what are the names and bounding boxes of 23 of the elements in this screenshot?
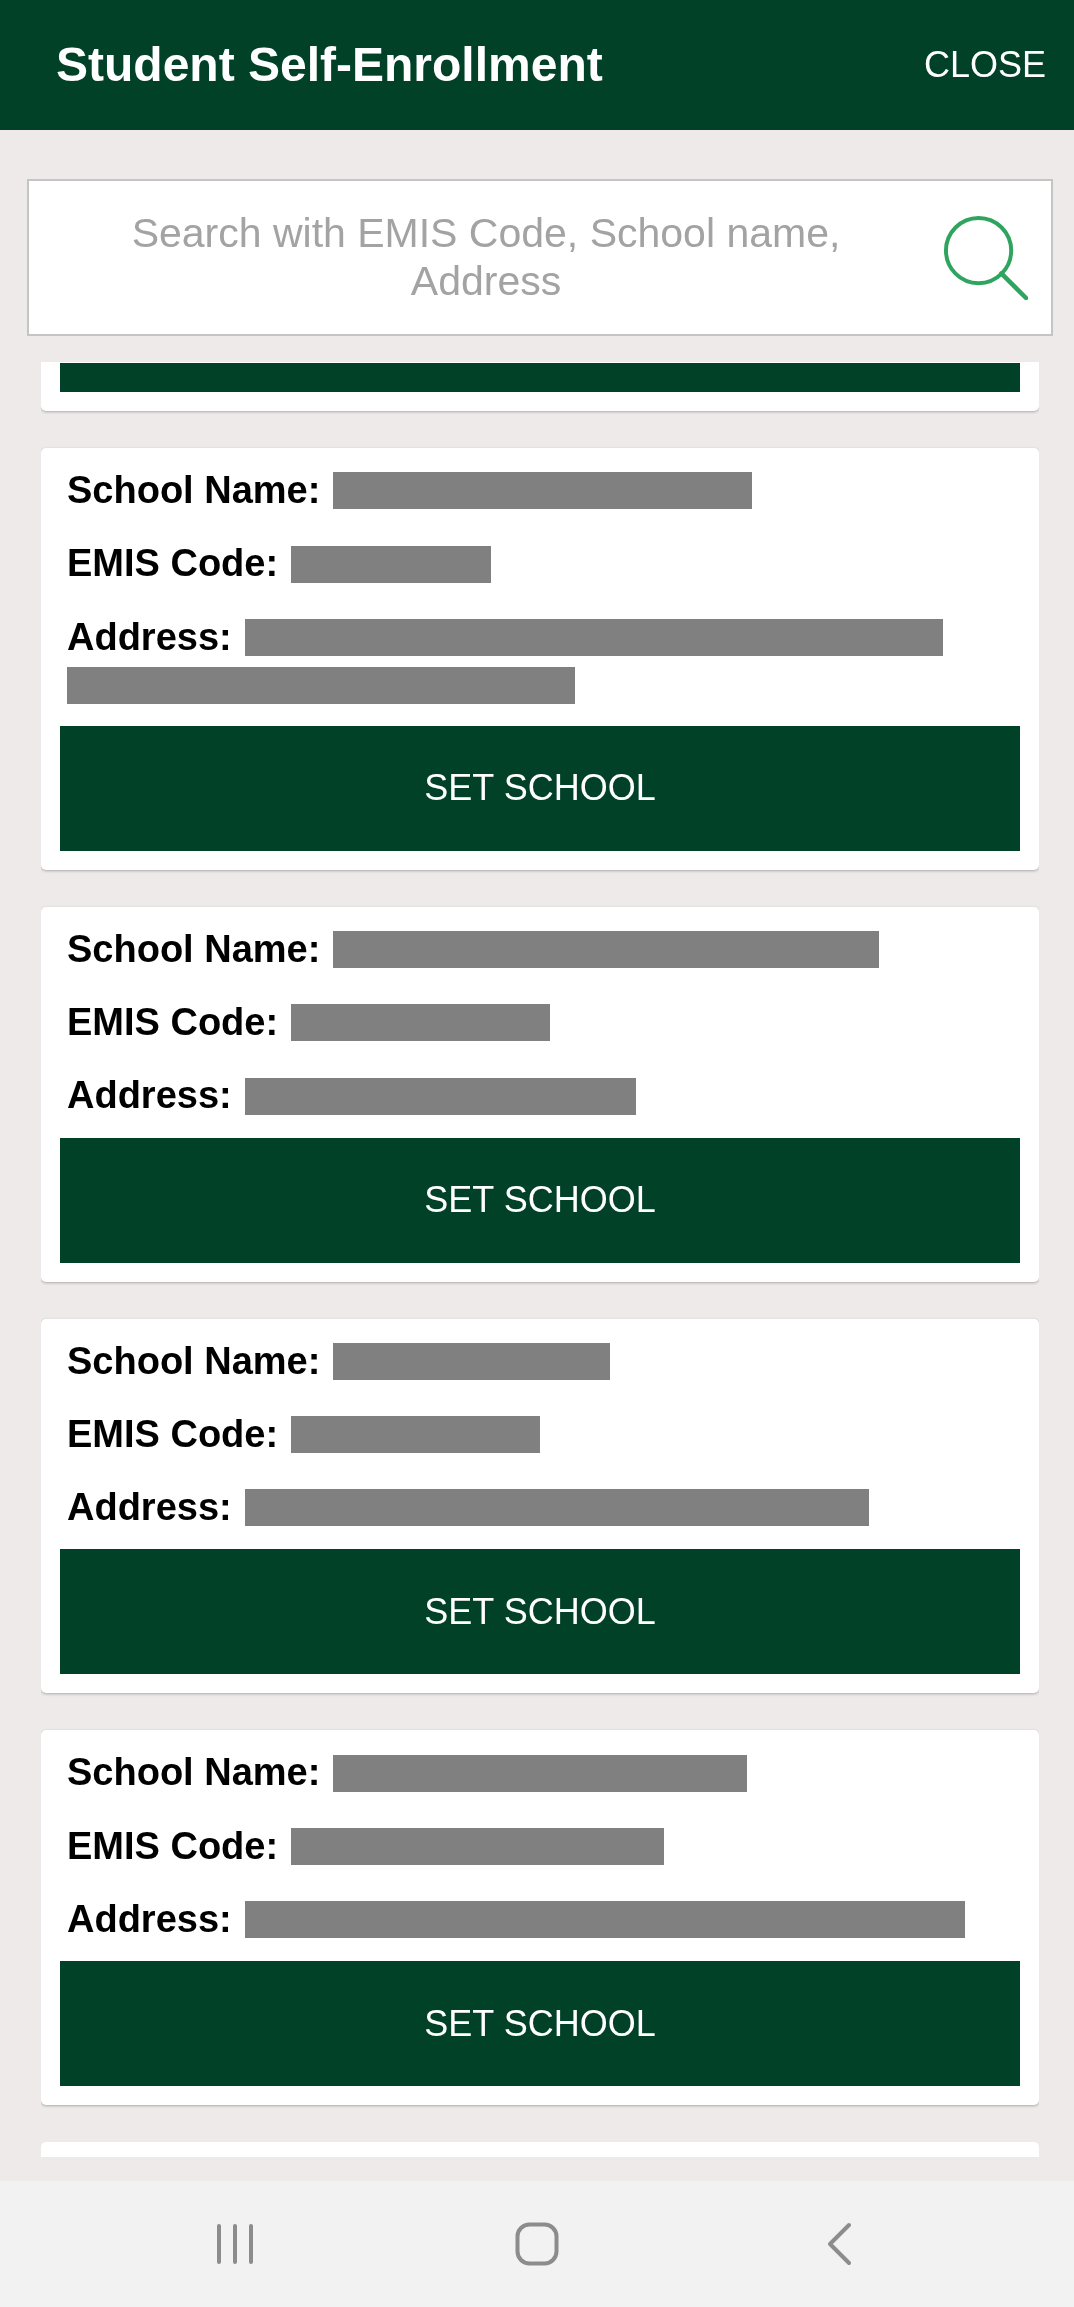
field-label: Address: <box>67 1486 232 1529</box>
field-label: Address: <box>67 1074 232 1117</box>
set-school-button[interactable]: SET SCHOOL <box>60 1137 1020 1263</box>
search-field[interactable]: Search with EMIS Code, School name, Address <box>27 179 1053 336</box>
app-title: Student Self-Enrollment <box>56 37 603 93</box>
field-label: Address: <box>67 1898 232 1941</box>
search-icon[interactable] <box>943 215 1028 300</box>
recent-apps-icon[interactable] <box>216 2223 254 2265</box>
set-school-button[interactable]: SET SCHOOL <box>60 725 1020 851</box>
close-button[interactable]: CLOSE <box>923 38 1046 92</box>
field-label: School Name: <box>67 1751 321 1794</box>
field-label: EMIS Code: <box>67 1001 279 1044</box>
field-label: EMIS Code: <box>67 1824 279 1867</box>
set-school-button[interactable]: SET SCHOOL <box>60 1961 1020 2087</box>
set-school-button[interactable]: SET SCHOOL <box>60 1549 1020 1675</box>
field-label: Address: <box>67 615 232 658</box>
field-label: School Name: <box>67 1339 321 1382</box>
home-icon[interactable] <box>515 2222 559 2266</box>
field-label: School Name: <box>67 928 321 971</box>
back-icon[interactable] <box>826 2222 852 2266</box>
field-label: EMIS Code: <box>67 542 279 585</box>
field-label: School Name: <box>67 469 321 512</box>
field-label: EMIS Code: <box>67 1413 279 1456</box>
